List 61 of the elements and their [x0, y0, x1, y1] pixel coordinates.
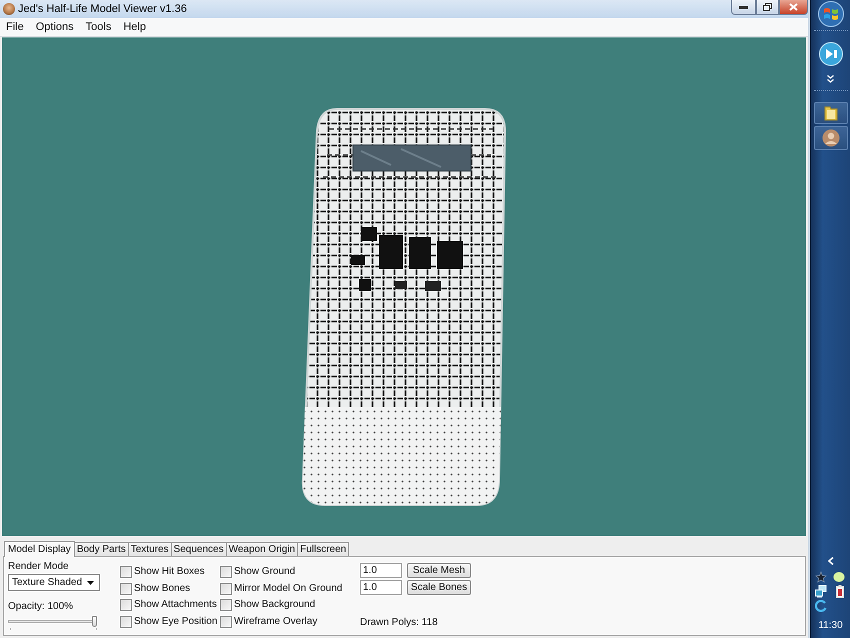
scale-input[interactable]: 1.0: [360, 580, 402, 595]
checkbox[interactable]: [120, 599, 132, 612]
3d-viewport[interactable]: [2, 37, 806, 536]
caret-icon: [87, 580, 94, 584]
slider-thumb[interactable]: [92, 616, 97, 627]
maximize-button[interactable]: [756, 0, 779, 15]
window-title: Jed's Half-Life Model Viewer v1.36: [18, 3, 188, 15]
close-icon: [789, 3, 798, 11]
checkbox[interactable]: [220, 616, 232, 628]
checkbox-label: Mirror Model On Ground: [234, 582, 342, 595]
tab[interactable]: Weapon Origin: [226, 542, 298, 556]
clock[interactable]: 11:30: [818, 620, 843, 631]
checkbox-label: Show Eye Position: [134, 616, 218, 628]
tab[interactable]: Model Display: [4, 541, 75, 557]
menu-item[interactable]: File: [0, 21, 30, 33]
start-orb-icon: [818, 0, 844, 26]
checkbox-label: Show Bones: [134, 582, 190, 595]
refresh-tray-icon[interactable]: [814, 600, 826, 612]
start-button[interactable]: [816, 0, 846, 27]
scale-button[interactable]: Scale Mesh: [407, 563, 471, 578]
drawn-polys-text: Drawn Polys: 118: [360, 617, 439, 629]
checkbox[interactable]: [220, 599, 232, 612]
menu-item[interactable]: Help: [117, 21, 152, 33]
checkbox[interactable]: [220, 566, 232, 578]
chevron-left-icon: [828, 557, 834, 565]
checkbox-label: Show Attachments: [134, 599, 217, 612]
taskbar-app-button[interactable]: [814, 126, 848, 150]
checkbox[interactable]: [120, 582, 132, 595]
opacity-label: Opacity: 100%: [8, 601, 74, 613]
checkbox[interactable]: [120, 566, 132, 578]
folder-icon: [824, 105, 838, 121]
menu-item[interactable]: Options: [30, 21, 80, 33]
close-button[interactable]: [779, 0, 808, 15]
tab[interactable]: Sequences: [170, 542, 227, 556]
tab[interactable]: Textures: [128, 542, 172, 556]
checkbox-label: Show Background: [234, 599, 316, 612]
tab[interactable]: Body Parts: [74, 542, 129, 556]
chevron-down-icon[interactable]: [827, 75, 834, 83]
taskbar-app-button[interactable]: [814, 102, 848, 124]
bubble-tray-icon[interactable]: [832, 571, 844, 583]
checkbox-label: Wireframe Overlay: [234, 616, 318, 628]
scale-input[interactable]: 1.0: [360, 563, 402, 578]
checkbox-label: Show Ground: [234, 566, 296, 578]
checkbox[interactable]: [220, 582, 232, 595]
render-mode-label: Render Mode: [8, 561, 70, 573]
minimize-icon: [739, 6, 748, 8]
menu-item[interactable]: Tools: [80, 21, 118, 33]
scale-button[interactable]: Scale Bones: [407, 580, 471, 595]
battery-icon[interactable]: [836, 585, 844, 598]
render-mode-dropdown[interactable]: Texture Shaded: [8, 574, 100, 591]
tab[interactable]: Fullscreen: [297, 542, 350, 556]
user-avatar-icon: [822, 129, 840, 147]
checkbox-label: Show Hit Boxes: [134, 566, 205, 578]
restore-icon: [763, 3, 772, 11]
minimize-button[interactable]: [731, 0, 756, 15]
checkbox[interactable]: [120, 616, 132, 628]
star-tray-icon[interactable]: [814, 571, 826, 583]
network-icon[interactable]: [814, 585, 826, 598]
app-icon: [3, 3, 15, 15]
media-player-icon: [818, 42, 842, 66]
opacity-slider[interactable]: [8, 616, 100, 630]
